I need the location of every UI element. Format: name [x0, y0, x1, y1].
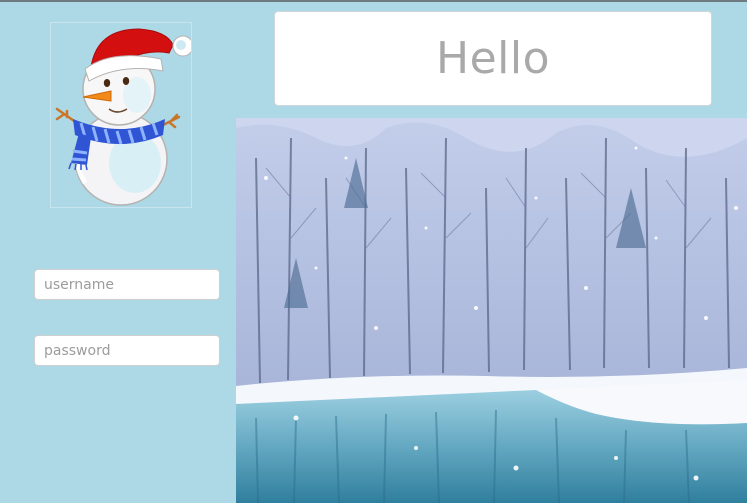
window-top-border — [0, 0, 747, 2]
snowy-forest-lake-image — [236, 118, 747, 503]
snowman-icon — [55, 28, 191, 206]
greeting-text: Hello — [435, 33, 551, 84]
snowman-logo — [50, 22, 192, 208]
password-input[interactable] — [34, 335, 220, 366]
winter-scene-image — [236, 118, 747, 503]
username-input[interactable] — [34, 269, 220, 300]
greeting-panel: Hello — [274, 11, 712, 106]
